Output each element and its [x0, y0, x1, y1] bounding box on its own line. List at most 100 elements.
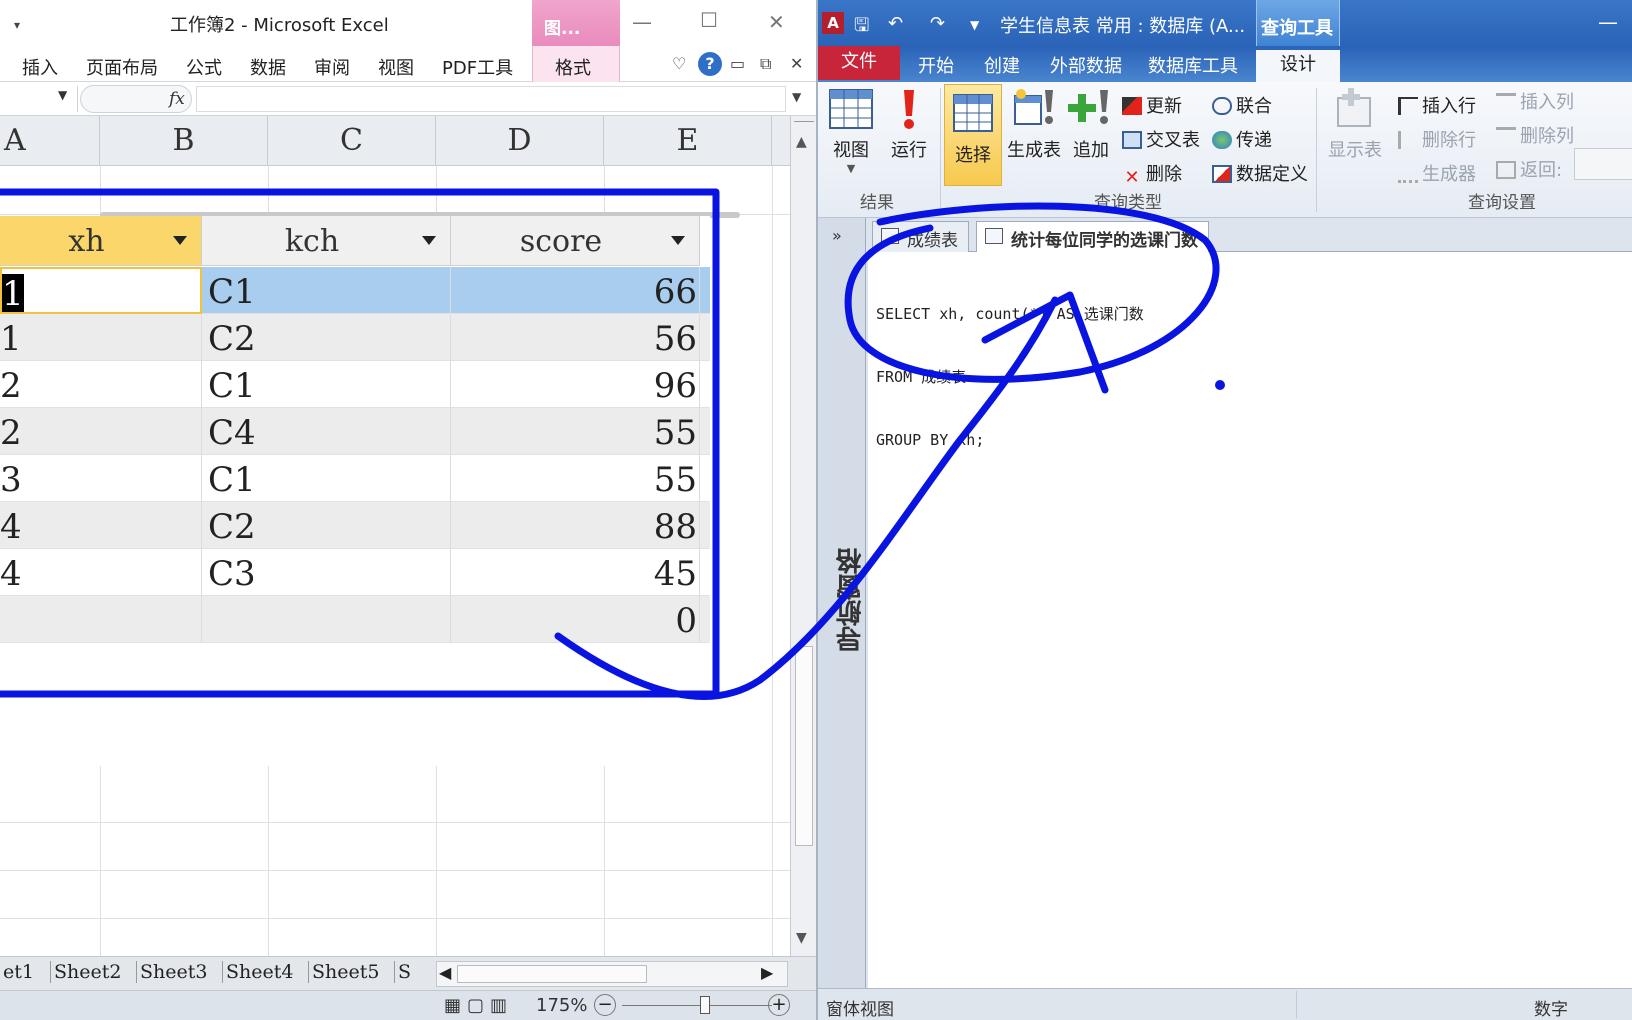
column-header-a[interactable]: A [0, 116, 100, 166]
tab-formulas[interactable]: 公式 [186, 54, 222, 80]
tab-database-tools[interactable]: 数据库工具 [1148, 52, 1238, 78]
crosstab-query-button[interactable]: 交叉表 [1122, 126, 1200, 152]
name-box-dropdown-icon[interactable]: ▼ [58, 88, 67, 102]
horizontal-scrollbar[interactable]: ◀ ▶ [436, 961, 788, 987]
zoom-out-button[interactable]: − [594, 994, 616, 1016]
cell-kch[interactable]: C2 [202, 502, 451, 549]
pass-through-query-button[interactable]: 传递 [1212, 126, 1272, 152]
cell-kch[interactable]: C1 [202, 267, 451, 314]
cell-score[interactable]: 66 [451, 267, 700, 314]
window-minimize-icon[interactable]: ▭ [730, 54, 745, 73]
fx-icon[interactable]: fx [169, 89, 185, 109]
cell-kch[interactable]: C2 [202, 314, 451, 361]
tab-review[interactable]: 审阅 [314, 54, 350, 80]
tab-pdf-tools[interactable]: PDF工具 [442, 54, 513, 80]
delete-rows-button[interactable]: 删除行 [1398, 126, 1476, 152]
delete-columns-button[interactable]: 删除列 [1496, 122, 1574, 148]
cell-xh[interactable]: 1 [0, 267, 202, 314]
worksheet-grid[interactable]: A B C D E xh kch score 1 C1 66 1 C2 56 2… [0, 116, 790, 956]
union-query-button[interactable]: 联合 [1212, 92, 1272, 118]
cell-score[interactable]: 55 [451, 408, 700, 455]
sheet-tab-sheet2[interactable]: Sheet2 [50, 961, 124, 983]
split-handle[interactable] [794, 116, 814, 122]
column-header-c[interactable]: C [268, 116, 436, 166]
tab-create[interactable]: 创建 [984, 52, 1020, 78]
close-icon[interactable]: ✕ [768, 10, 785, 34]
minimize-icon[interactable]: — [632, 10, 652, 34]
scroll-thumb[interactable] [457, 965, 647, 983]
cell-xh[interactable]: 4 [0, 549, 202, 596]
sheet-tab-sheet3[interactable]: Sheet3 [136, 961, 210, 983]
column-header-d[interactable]: D [436, 116, 604, 166]
sheet-tab-sheet5[interactable]: Sheet5 [308, 961, 382, 983]
cell-score[interactable]: 88 [451, 502, 700, 549]
redo-icon[interactable]: ↷ [930, 13, 945, 34]
table-row[interactable]: 1 C2 56 [0, 314, 710, 361]
doc-tab-score-table[interactable]: 成绩表 [872, 221, 969, 252]
tab-data[interactable]: 数据 [250, 54, 286, 80]
save-icon[interactable]: 🖫 [854, 13, 869, 43]
return-combobox[interactable] [1574, 148, 1632, 180]
help-icon[interactable]: ? [698, 52, 722, 76]
data-definition-query-button[interactable]: 数据定义 [1212, 160, 1308, 186]
sheet-tab-sheet4[interactable]: Sheet4 [222, 961, 296, 983]
cell-kch[interactable]: C3 [202, 549, 451, 596]
builder-button[interactable]: 生成器 [1398, 160, 1476, 186]
zoom-slider-handle[interactable] [700, 996, 710, 1014]
formula-expand-icon[interactable]: ▼ [792, 90, 801, 104]
quick-access-dropdown[interactable]: ▾ [14, 18, 20, 32]
column-header-e[interactable]: E [604, 116, 772, 166]
insert-rows-button[interactable]: 插入行 [1398, 92, 1476, 118]
cell-kch[interactable] [202, 596, 451, 643]
customize-qat-icon[interactable]: ▼ [970, 18, 979, 32]
table-row[interactable]: 4 C3 45 [0, 549, 710, 596]
filter-dropdown-icon[interactable] [671, 236, 685, 245]
run-button[interactable]: 运行 [884, 86, 934, 162]
tab-design[interactable]: 设计 [1256, 50, 1340, 82]
pasted-table-picture[interactable]: xh kch score 1 C1 66 1 C2 56 2 C1 96 2 C… [0, 216, 710, 766]
cell-kch[interactable]: C1 [202, 361, 451, 408]
cell-xh[interactable] [0, 596, 202, 643]
doc-tab-query[interactable]: 统计每位同学的选课门数 [976, 221, 1209, 252]
table-header-score[interactable]: score [451, 216, 700, 266]
cell-kch[interactable]: C1 [202, 455, 451, 502]
tab-home[interactable]: 开始 [918, 52, 954, 78]
tab-format[interactable]: 格式 [532, 46, 620, 82]
formula-input[interactable] [196, 86, 786, 112]
table-row[interactable]: 0 [0, 596, 710, 643]
tab-file[interactable]: 文件 [818, 46, 900, 80]
table-header-xh[interactable]: xh [0, 216, 202, 266]
ribbon-collapse-icon[interactable]: ♡ [672, 54, 686, 73]
cell-score[interactable]: 96 [451, 361, 700, 408]
tab-page-layout[interactable]: 页面布局 [86, 54, 158, 80]
expand-navigation-icon[interactable]: » [832, 226, 842, 245]
cell-xh[interactable]: 3 [0, 455, 202, 502]
table-row[interactable]: 2 C4 55 [0, 408, 710, 455]
select-query-button[interactable]: 选择 [944, 84, 1002, 186]
filter-dropdown-icon[interactable] [422, 236, 436, 245]
table-header-kch[interactable]: kch [202, 216, 451, 266]
sheet-tab-more[interactable]: S [394, 961, 414, 983]
tab-external-data[interactable]: 外部数据 [1050, 52, 1122, 78]
cell-xh[interactable]: 4 [0, 502, 202, 549]
maximize-icon[interactable]: ☐ [700, 8, 718, 32]
make-table-button[interactable]: 生成表 [1004, 86, 1064, 162]
sheet-tab-sheet1[interactable]: et1 [0, 961, 37, 983]
tab-insert[interactable]: 插入 [22, 54, 58, 80]
window-restore-icon[interactable]: ⧉ [760, 54, 771, 74]
cell-score[interactable]: 56 [451, 314, 700, 361]
navigation-pane-collapsed[interactable]: » 导航窗格 [818, 218, 866, 988]
column-header-b[interactable]: B [100, 116, 268, 166]
delete-query-button[interactable]: ✕ 删除 [1122, 160, 1182, 188]
show-table-button[interactable]: 显示表 [1322, 86, 1388, 162]
cell-score[interactable]: 55 [451, 455, 700, 502]
scroll-right-icon[interactable]: ▶ [761, 963, 773, 982]
cell-xh[interactable]: 2 [0, 361, 202, 408]
undo-icon[interactable]: ↶ [888, 13, 903, 34]
sql-editor[interactable]: SELECT xh, count(*) AS 选课门数 FROM 成绩表 GRO… [876, 262, 1616, 493]
zoom-level[interactable]: 175% [536, 995, 587, 1016]
minimize-icon[interactable]: — [1598, 10, 1618, 34]
window-close-icon[interactable]: ✕ [790, 54, 803, 73]
append-button[interactable]: 追加 [1066, 86, 1116, 162]
cell-xh[interactable]: 1 [0, 314, 202, 361]
